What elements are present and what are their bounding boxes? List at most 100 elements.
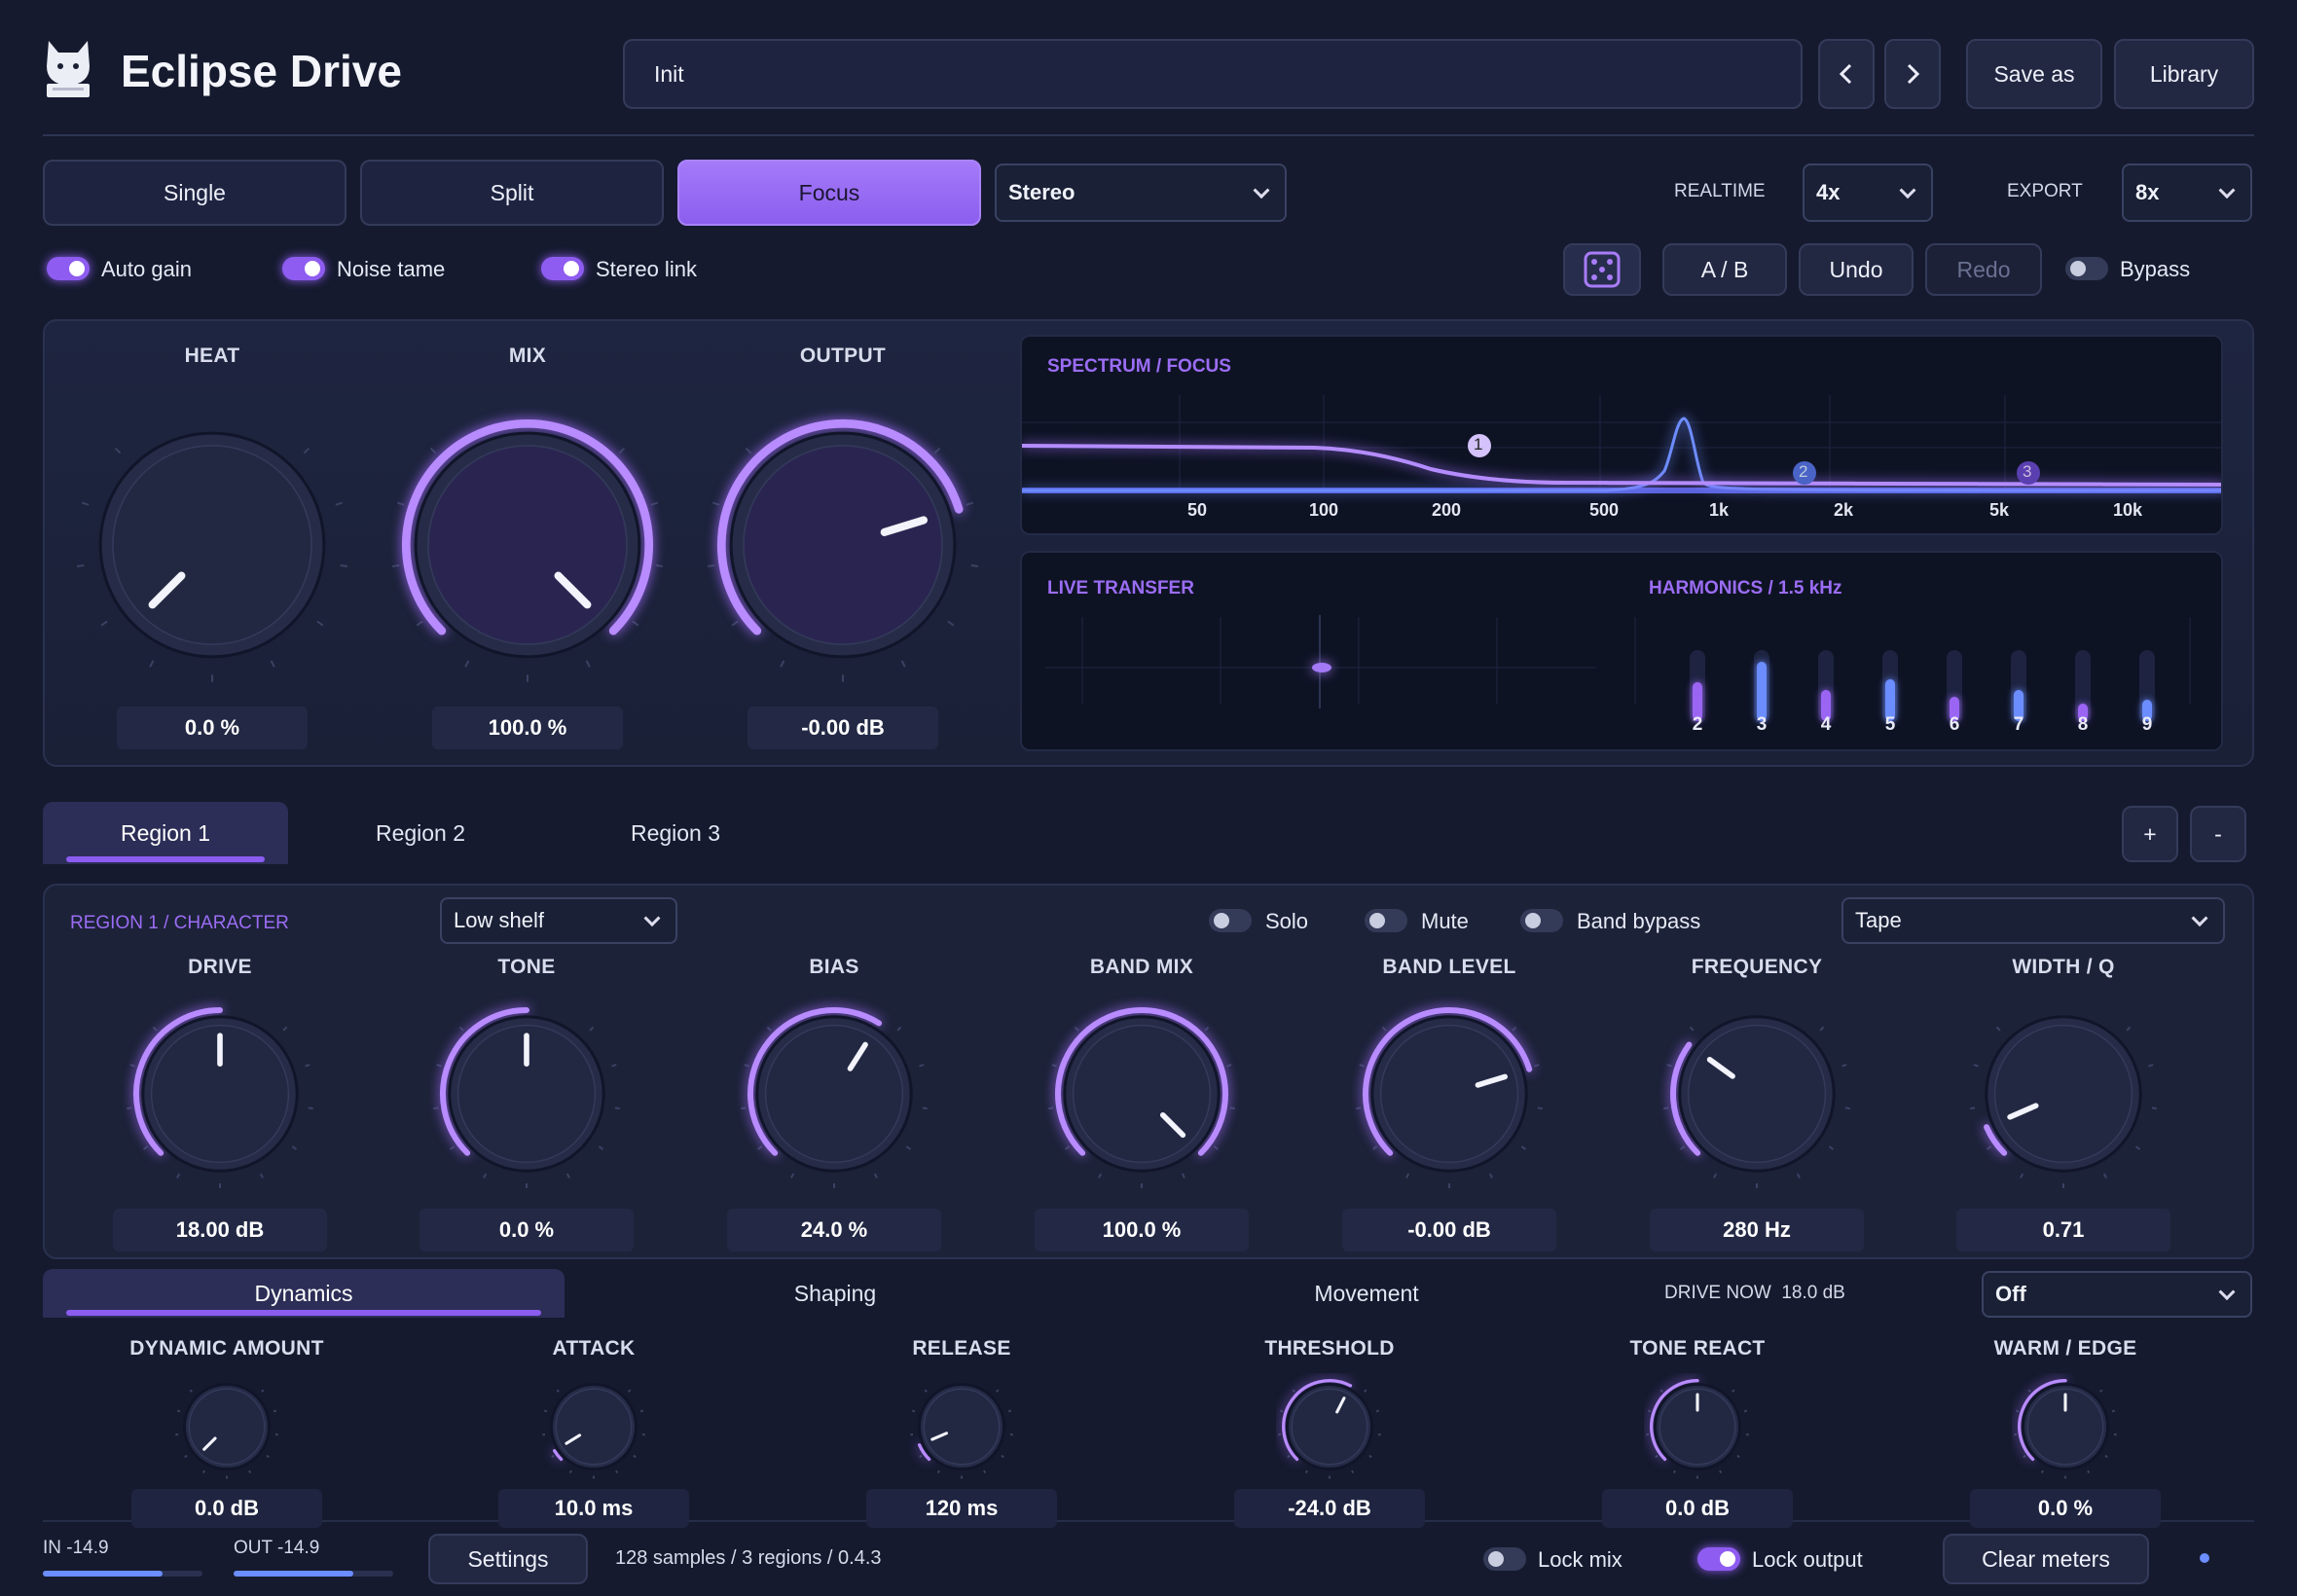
dynamics-knob-value: -24.0 dB bbox=[1234, 1489, 1425, 1528]
region-knob-tone[interactable] bbox=[429, 997, 624, 1191]
region-knob-band-mix[interactable] bbox=[1044, 997, 1239, 1191]
main-knob-value: 100.0 % bbox=[432, 707, 623, 749]
knob-cap bbox=[1993, 1024, 2133, 1164]
dynamics-tab-movement[interactable]: Movement bbox=[1100, 1269, 1633, 1318]
region-tab-2[interactable]: Region 2 bbox=[298, 802, 543, 864]
region-tab-label: Region 1 bbox=[120, 819, 211, 846]
app-title: Eclipse Drive bbox=[121, 46, 402, 96]
save-as-button[interactable]: Save as bbox=[1966, 39, 2102, 109]
knob-tick bbox=[922, 1106, 928, 1110]
frequency-tick-label: 200 bbox=[1431, 500, 1462, 520]
mode-split-button[interactable]: Split bbox=[360, 160, 664, 226]
remove-region-button[interactable]: - bbox=[2190, 806, 2246, 862]
redo-button[interactable]: Redo bbox=[1925, 243, 2042, 296]
knob-tick bbox=[436, 1064, 442, 1068]
library-button[interactable]: Library bbox=[2114, 39, 2254, 109]
knob-tick bbox=[201, 1469, 205, 1473]
prev-preset-button[interactable] bbox=[1818, 39, 1875, 109]
spectrum-display[interactable]: SPECTRUM / FOCUS 1 2 3 50 100 200 500 1k 2k 5k… bbox=[1020, 335, 2223, 535]
next-preset-button[interactable] bbox=[1884, 39, 1941, 109]
mode-focus-button[interactable]: Focus bbox=[677, 160, 981, 226]
preset-name-field[interactable]: Init bbox=[623, 39, 1803, 109]
export-oversampling-select[interactable]: 8x bbox=[2122, 163, 2252, 222]
settings-button[interactable]: Settings bbox=[428, 1534, 588, 1584]
active-tab-indicator bbox=[66, 856, 265, 862]
drive-now-value: 18.0 dB bbox=[1781, 1283, 1845, 1303]
knob-tick bbox=[2134, 1145, 2141, 1150]
lock-mix-label: Lock mix bbox=[1538, 1547, 1622, 1572]
region-knob-band-level[interactable] bbox=[1352, 997, 1547, 1191]
region-knob-bias[interactable] bbox=[737, 997, 931, 1191]
knob-tick bbox=[731, 620, 739, 627]
knob-tick bbox=[1364, 1389, 1367, 1393]
knob-cap bbox=[555, 1388, 633, 1466]
harmonic-label: 3 bbox=[1756, 714, 1768, 735]
knob-tick bbox=[1488, 1173, 1493, 1179]
stereo-mode-select[interactable]: Stereo bbox=[995, 163, 1287, 222]
mute-label: Mute bbox=[1421, 909, 1469, 933]
noise-tame-toggle[interactable] bbox=[282, 257, 325, 280]
band-bypass-label: Band bypass bbox=[1577, 909, 1701, 933]
saturation-model-select[interactable]: Tape bbox=[1841, 897, 2225, 944]
knob-tick bbox=[1659, 1389, 1663, 1393]
knob-tick bbox=[2126, 1026, 2132, 1032]
randomize-button[interactable] bbox=[1563, 243, 1641, 296]
knob-tick bbox=[551, 1454, 555, 1459]
solo-toggle[interactable] bbox=[1209, 909, 1252, 932]
knob-tick bbox=[1666, 1064, 1672, 1068]
realtime-oversampling-select[interactable]: 4x bbox=[1803, 163, 1933, 222]
stereo-link-toggle[interactable] bbox=[541, 257, 584, 280]
main-knob-output[interactable] bbox=[702, 404, 984, 686]
band-bypass-toggle[interactable] bbox=[1520, 909, 1563, 932]
app-logo bbox=[43, 37, 93, 99]
add-region-button[interactable]: + bbox=[2122, 806, 2178, 862]
lock-mix-toggle[interactable] bbox=[1483, 1547, 1526, 1571]
region-knob-frequency[interactable] bbox=[1659, 997, 1854, 1191]
dynamics-knob-threshold[interactable] bbox=[1276, 1373, 1383, 1480]
region-knob-label: BIAS bbox=[809, 956, 859, 978]
undo-button[interactable]: Undo bbox=[1799, 243, 1914, 296]
node-3-label: 3 bbox=[2023, 462, 2032, 481]
knob-tick bbox=[458, 1026, 464, 1032]
dynamics-tab-shaping[interactable]: Shaping bbox=[565, 1269, 1106, 1318]
knob-tick bbox=[1064, 1145, 1071, 1150]
knob-tick bbox=[1213, 1145, 1220, 1150]
knob-tick bbox=[1181, 1173, 1185, 1179]
dynamics-tab-dynamics[interactable]: Dynamics bbox=[43, 1269, 565, 1318]
region-knob-drive[interactable] bbox=[123, 997, 317, 1191]
knob-tick bbox=[947, 620, 955, 627]
filter-type-select[interactable]: Low shelf bbox=[440, 897, 677, 944]
bypass-toggle[interactable] bbox=[2065, 257, 2108, 280]
lock-output-toggle[interactable] bbox=[1697, 1547, 1740, 1571]
dynamics-knob-dynamic-amount[interactable] bbox=[173, 1373, 280, 1480]
region-knob-width-q[interactable] bbox=[1966, 997, 2161, 1191]
knob-tick bbox=[1819, 1026, 1825, 1032]
dynamics-knob-tone-react[interactable] bbox=[1644, 1373, 1751, 1480]
mode-single-button[interactable]: Single bbox=[43, 160, 346, 226]
main-knob-heat[interactable] bbox=[71, 404, 353, 686]
region-tab-1[interactable]: Region 1 bbox=[43, 802, 288, 864]
region-tab-3[interactable]: Region 3 bbox=[553, 802, 798, 864]
mute-toggle[interactable] bbox=[1365, 909, 1407, 932]
clear-meters-button[interactable]: Clear meters bbox=[1943, 1534, 2149, 1584]
knob-tick bbox=[1973, 1064, 1979, 1068]
main-knob-mix[interactable] bbox=[386, 404, 669, 686]
knob-cap bbox=[923, 1388, 1001, 1466]
dynamics-knob-attack[interactable] bbox=[540, 1373, 647, 1480]
knob-tick bbox=[1995, 1026, 2001, 1032]
knob-tick bbox=[873, 1173, 878, 1179]
dynamics-mode-select[interactable]: Off bbox=[1982, 1271, 2252, 1318]
dynamics-knob-release[interactable] bbox=[908, 1373, 1015, 1480]
knob-tick bbox=[2148, 1064, 2154, 1068]
knob-tick bbox=[766, 1026, 772, 1032]
knob-cap bbox=[764, 1024, 904, 1164]
knob-tick bbox=[464, 660, 470, 668]
auto-gain-toggle[interactable] bbox=[47, 257, 90, 280]
dynamics-knob-value: 120 ms bbox=[866, 1489, 1057, 1528]
dynamics-knob-value: 10.0 ms bbox=[498, 1489, 689, 1528]
knob-tick bbox=[1351, 1469, 1355, 1473]
knob-tick bbox=[1655, 1454, 1659, 1459]
dynamics-knob-warm-edge[interactable] bbox=[2012, 1373, 2119, 1480]
knob-tick bbox=[905, 1145, 912, 1150]
ab-compare-button[interactable]: A / B bbox=[1662, 243, 1787, 296]
